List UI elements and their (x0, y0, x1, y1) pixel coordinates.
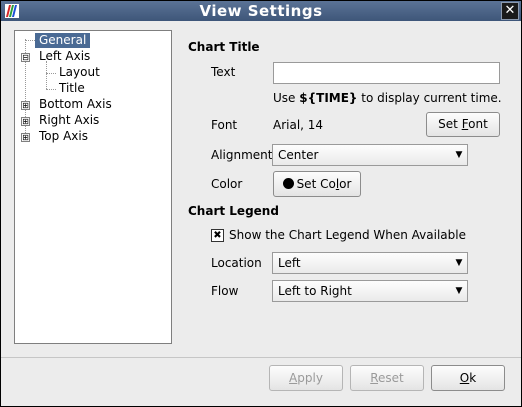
chevron-down-icon: ▼ (455, 258, 463, 268)
hint-token: ${TIME} (299, 91, 358, 105)
tree-item-label: Title (59, 81, 85, 95)
btn-mnemonic: R (370, 371, 379, 385)
alignment-select[interactable]: Center ▼ (272, 144, 468, 166)
location-select[interactable]: Left ▼ (272, 252, 468, 274)
location-label: Location (211, 256, 262, 270)
tree-item-left-axis[interactable]: Left Axis (39, 49, 90, 64)
show-legend-checkbox[interactable]: ✖ (211, 229, 224, 242)
btn-mnemonic: O (459, 371, 470, 385)
location-value: Left (278, 256, 301, 270)
reset-button[interactable]: Reset (350, 365, 424, 391)
tree-line (46, 89, 56, 90)
tree-item-label: Left Axis (39, 49, 91, 63)
color-label: Color (211, 177, 243, 191)
flow-value: Left to Right (278, 284, 352, 298)
btn-text: Set (438, 117, 462, 131)
tree-line (46, 61, 47, 89)
tree-item-label: Top Axis (39, 129, 88, 143)
tree-item-title[interactable]: Title (59, 81, 85, 96)
set-color-button[interactable]: Set Color (273, 171, 361, 197)
alignment-label: Alignment (211, 148, 273, 162)
hint-suffix: to display current time. (357, 91, 502, 105)
btn-text: or (339, 177, 352, 191)
chevron-down-icon: ▼ (455, 286, 463, 296)
title-bar[interactable]: View Settings ✕ (1, 1, 521, 21)
chart-legend-heading: Chart Legend (188, 204, 279, 218)
tree-item-general[interactable]: General (35, 33, 91, 48)
footer-divider (1, 357, 521, 358)
btn-text: Set Co (296, 177, 336, 191)
chart-title-heading: Chart Title (188, 40, 260, 54)
btn-text: k (469, 371, 477, 385)
tree-item-bottom-axis[interactable]: Bottom Axis (39, 97, 112, 112)
tree-item-label: Right Axis (39, 113, 100, 127)
btn-text: pply (297, 371, 323, 385)
chevron-down-icon: ▼ (455, 150, 463, 160)
flow-select[interactable]: Left to Right ▼ (272, 280, 468, 302)
expand-icon[interactable]: ⊞ (21, 117, 30, 126)
btn-text: eset (378, 371, 404, 385)
text-label: Text (211, 65, 236, 79)
font-label: Font (211, 118, 238, 132)
title-text-input[interactable] (273, 62, 500, 84)
tree-item-layout[interactable]: Layout (59, 65, 100, 80)
ok-button[interactable]: Ok (431, 365, 505, 391)
tree-line (46, 73, 56, 74)
flow-label: Flow (211, 284, 239, 298)
window-title: View Settings (199, 2, 323, 20)
time-hint: Use ${TIME} to display current time. (273, 91, 502, 105)
set-font-button[interactable]: Set Font (426, 112, 500, 137)
tree-item-label: Bottom Axis (39, 97, 112, 111)
hint-prefix: Use (273, 91, 300, 105)
font-value: Arial, 14 (273, 118, 324, 132)
show-legend-label[interactable]: Show the Chart Legend When Available (229, 228, 466, 242)
view-settings-dialog: View Settings ✕ General ⊟ Left Axis Layo… (0, 0, 522, 407)
tree-item-label: Layout (59, 65, 100, 79)
apply-button[interactable]: Apply (269, 365, 343, 391)
expand-icon[interactable]: ⊞ (21, 133, 30, 142)
color-swatch-icon (282, 178, 294, 189)
tree-item-label: General (39, 33, 87, 47)
settings-tree[interactable]: General ⊟ Left Axis Layout Title ⊞ Botto… (14, 30, 172, 344)
tree-item-top-axis[interactable]: Top Axis (39, 129, 88, 144)
tree-item-right-axis[interactable]: Right Axis (39, 113, 99, 128)
close-icon[interactable]: ✕ (501, 2, 519, 20)
collapse-icon[interactable]: ⊟ (21, 53, 30, 62)
alignment-value: Center (278, 148, 319, 162)
expand-icon[interactable]: ⊞ (21, 101, 30, 110)
btn-text: ont (468, 117, 488, 131)
